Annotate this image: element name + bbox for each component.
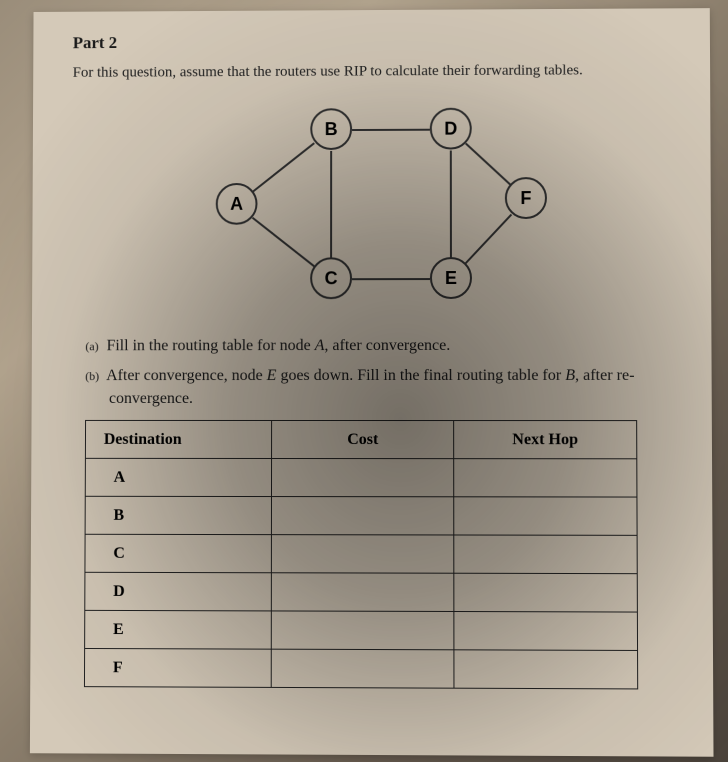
cell-destination: B (85, 496, 272, 534)
network-graph: A B C D EF (196, 97, 546, 307)
question-b-node2: B (565, 367, 575, 384)
graph-edge-d-e (450, 151, 452, 259)
question-a: (a) Fill in the routing table for node A… (71, 335, 671, 358)
table-row: A (85, 459, 637, 498)
header-cost: Cost (272, 421, 454, 459)
graph-edge-d-f (465, 143, 511, 185)
cell-destination: F (84, 649, 271, 688)
graph-edge-a-c (252, 217, 315, 267)
cell-nexthop (454, 497, 637, 536)
graph-node-e: E (430, 257, 472, 299)
cell-cost (272, 649, 455, 688)
question-a-label: (a) (85, 339, 98, 353)
table-row: F (84, 649, 637, 689)
question-a-text-post: , after convergence. (324, 337, 450, 354)
cell-cost (272, 611, 454, 650)
question-b-node1: E (267, 367, 277, 384)
cell-nexthop (454, 459, 637, 497)
table-row: B (85, 496, 637, 535)
table-header-row: Destination Cost Next Hop (85, 421, 636, 459)
intro-text: For this question, assume that the route… (73, 62, 670, 82)
table-row: E (85, 611, 638, 651)
cell-nexthop (454, 612, 638, 651)
question-b-text-pre: After convergence, node (106, 367, 267, 384)
graph-edge-c-e (352, 278, 430, 280)
cell-destination: C (85, 534, 272, 572)
graph-node-a: A (216, 183, 258, 225)
question-a-text-pre: Fill in the routing table for node (106, 337, 314, 354)
table-row: C (85, 534, 637, 573)
cell-destination: A (85, 459, 272, 497)
cell-destination: D (85, 572, 272, 611)
graph-node-c: C (310, 257, 352, 299)
routing-table: Destination Cost Next Hop ABCDEF (84, 420, 638, 690)
header-destination: Destination (85, 421, 272, 459)
cell-nexthop (454, 650, 638, 689)
graph-node-f: F (505, 177, 547, 219)
graph-edge-e-f (465, 214, 513, 265)
table-row: D (85, 572, 638, 612)
question-a-node: A (315, 337, 325, 354)
cell-cost (272, 573, 454, 612)
graph-edge-b-d (352, 129, 430, 131)
graph-edge-a-b (252, 142, 315, 192)
graph-edge-b-c (330, 151, 332, 258)
question-b-text-mid: goes down. Fill in the final routing tab… (276, 367, 565, 384)
document-page: Part 2 For this question, assume that th… (30, 8, 714, 757)
graph-node-b: B (310, 108, 352, 150)
cell-cost (272, 459, 454, 497)
cell-cost (272, 497, 454, 535)
cell-nexthop (454, 535, 637, 574)
question-b-label: (b) (85, 370, 99, 384)
graph-node-d: D (430, 108, 472, 150)
cell-nexthop (454, 573, 637, 612)
header-nexthop: Next Hop (454, 421, 637, 459)
question-b: (b) After convergence, node E goes down.… (71, 365, 671, 410)
part-title: Part 2 (73, 30, 670, 53)
cell-cost (272, 535, 454, 574)
cell-destination: E (85, 611, 272, 650)
